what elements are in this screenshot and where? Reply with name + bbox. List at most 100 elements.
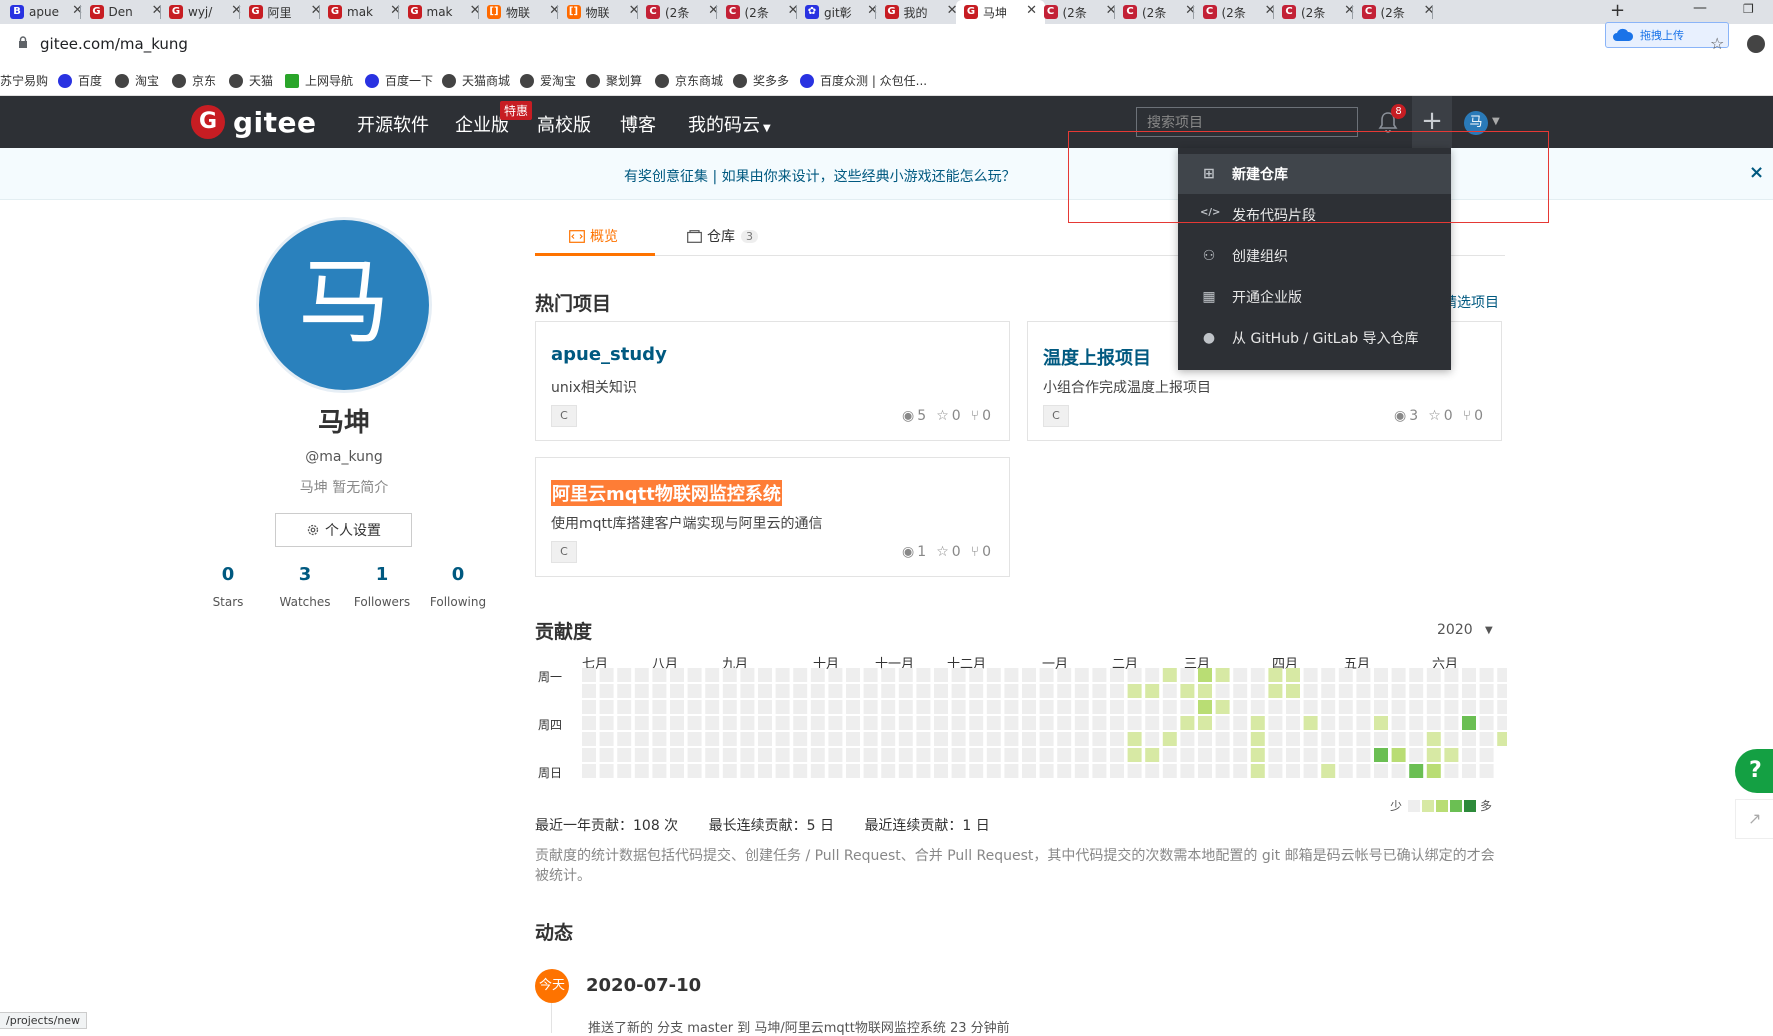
- heatmap-cell[interactable]: [758, 748, 772, 762]
- heatmap-cell[interactable]: [969, 748, 984, 762]
- browser-tab[interactable]: Bapue ✕: [2, 0, 91, 24]
- heatmap-cell[interactable]: [1022, 700, 1036, 714]
- heatmap-cell[interactable]: [846, 732, 860, 746]
- heatmap-cell[interactable]: [722, 700, 737, 714]
- heatmap-cell[interactable]: [1321, 668, 1336, 682]
- heatmap-cell[interactable]: [1180, 700, 1195, 714]
- heatmap-cell[interactable]: [582, 684, 596, 698]
- browser-tab[interactable]: C (2条 ✕: [1115, 0, 1204, 24]
- heatmap-cell[interactable]: [1057, 684, 1072, 698]
- heatmap-cell[interactable]: [1250, 748, 1265, 762]
- heatmap-cell[interactable]: [705, 668, 720, 682]
- heatmap-cell[interactable]: [1356, 748, 1371, 762]
- heatmap-cell[interactable]: [898, 684, 913, 698]
- heatmap-cell[interactable]: [1162, 716, 1177, 730]
- heatmap-cell[interactable]: [1198, 668, 1212, 682]
- heatmap-cell[interactable]: [1162, 748, 1177, 762]
- heatmap-cell[interactable]: [670, 748, 684, 762]
- bookmark-item[interactable]: 百度: [58, 72, 102, 89]
- heatmap-cell[interactable]: [793, 764, 808, 778]
- heatmap-cell[interactable]: [916, 748, 931, 762]
- heatmap-cell[interactable]: [810, 684, 825, 698]
- create-plus-button[interactable]: +: [1412, 96, 1452, 148]
- heatmap-cell[interactable]: [1039, 668, 1054, 682]
- heatmap-cell[interactable]: [881, 716, 896, 730]
- heatmap-cell[interactable]: [1074, 732, 1089, 746]
- heatmap-cell[interactable]: [1233, 732, 1248, 746]
- heatmap-cell[interactable]: [1092, 700, 1107, 714]
- heatmap-cell[interactable]: [617, 748, 632, 762]
- heatmap-cell[interactable]: [1462, 700, 1476, 714]
- heatmap-cell[interactable]: [740, 764, 755, 778]
- heatmap-cell[interactable]: [1039, 764, 1054, 778]
- heatmap-cell[interactable]: [1338, 748, 1353, 762]
- heatmap-cell[interactable]: [810, 732, 825, 746]
- heatmap-cell[interactable]: [1039, 748, 1054, 762]
- heatmap-cell[interactable]: [1022, 684, 1036, 698]
- heatmap-cell[interactable]: [916, 764, 931, 778]
- bookmark-item[interactable]: 京东商城: [655, 72, 723, 89]
- heatmap-cell[interactable]: [1250, 764, 1265, 778]
- project-card[interactable]: 阿里云mqtt物联网监控系统 使用mqtt库搭建客户端实现与阿里云的通信 C ◉ 1 ☆ 0…: [535, 457, 1010, 577]
- heatmap-cell[interactable]: [1444, 716, 1459, 730]
- heatmap-cell[interactable]: [1462, 668, 1476, 682]
- heatmap-cell[interactable]: [1145, 732, 1160, 746]
- heatmap-cell[interactable]: [1057, 668, 1072, 682]
- heatmap-cell[interactable]: [1268, 764, 1283, 778]
- heatmap-cell[interactable]: [1268, 732, 1283, 746]
- url-text[interactable]: gitee.com/ma_kung: [40, 35, 188, 53]
- bookmark-item[interactable]: 聚划算: [586, 72, 642, 89]
- heatmap-cell[interactable]: [1374, 764, 1388, 778]
- heatmap-cell[interactable]: [1110, 764, 1124, 778]
- heatmap-cell[interactable]: [828, 748, 843, 762]
- heatmap-cell[interactable]: [652, 764, 667, 778]
- heatmap-cell[interactable]: [1268, 748, 1283, 762]
- heatmap-cell[interactable]: [1268, 716, 1283, 730]
- heatmap-cell[interactable]: [1338, 684, 1353, 698]
- browser-tab[interactable]: C (2条 ✕: [1354, 0, 1443, 24]
- heatmap-cell[interactable]: [1321, 684, 1336, 698]
- heatmap-cell[interactable]: [1127, 732, 1142, 746]
- heatmap-cell[interactable]: [1356, 764, 1371, 778]
- heatmap-cell[interactable]: [670, 732, 684, 746]
- avatar-chevron-down-icon[interactable]: ▼: [1492, 116, 1500, 127]
- heatmap-cell[interactable]: [1374, 700, 1388, 714]
- heatmap-cell[interactable]: [828, 700, 843, 714]
- heatmap-cell[interactable]: [1110, 668, 1124, 682]
- heatmap-cell[interactable]: [863, 700, 878, 714]
- project-name-link[interactable]: 阿里云mqtt物联网监控系统: [551, 480, 782, 506]
- heatmap-cell[interactable]: [1338, 700, 1353, 714]
- heatmap-cell[interactable]: [793, 748, 808, 762]
- heatmap-cell[interactable]: [634, 716, 649, 730]
- browser-tab[interactable]: Gwyj/✕: [161, 0, 250, 24]
- heatmap-cell[interactable]: [670, 684, 684, 698]
- heatmap-cell[interactable]: [898, 716, 913, 730]
- heatmap-cell[interactable]: [863, 732, 878, 746]
- heatmap-cell[interactable]: [1127, 700, 1142, 714]
- heatmap-cell[interactable]: [652, 732, 667, 746]
- heatmap-cell[interactable]: [1057, 732, 1072, 746]
- heatmap-cell[interactable]: [1127, 716, 1142, 730]
- timeline-event[interactable]: 推送了新的 分支 master 到 马坤/阿里云mqtt物联网监控系统 23 分…: [588, 1017, 1010, 1036]
- heatmap-cell[interactable]: [1356, 700, 1371, 714]
- heatmap-cell[interactable]: [1198, 684, 1212, 698]
- heatmap-cell[interactable]: [1004, 684, 1019, 698]
- heatmap-cell[interactable]: [863, 684, 878, 698]
- heatmap-cell[interactable]: [652, 748, 667, 762]
- heatmap-cell[interactable]: [1057, 748, 1072, 762]
- heatmap-cell[interactable]: [863, 716, 878, 730]
- heatmap-cell[interactable]: [1250, 668, 1265, 682]
- heatmap-cell[interactable]: [1268, 668, 1283, 682]
- heatmap-cell[interactable]: [986, 684, 1001, 698]
- heatmap-cell[interactable]: [1215, 764, 1230, 778]
- heatmap-cell[interactable]: [670, 668, 684, 682]
- heatmap-cell[interactable]: [916, 700, 931, 714]
- heatmap-cell[interactable]: [1303, 684, 1318, 698]
- tab-overview[interactable]: 概览: [569, 226, 618, 246]
- heatmap-cell[interactable]: [1233, 764, 1248, 778]
- browser-tab[interactable]: C (2条 ✕: [1274, 0, 1363, 24]
- bookmark-item[interactable]: 爱淘宝: [520, 72, 576, 89]
- nav-blog[interactable]: 博客: [620, 111, 656, 137]
- heatmap-cell[interactable]: [846, 668, 860, 682]
- heatmap-cell[interactable]: [1162, 684, 1177, 698]
